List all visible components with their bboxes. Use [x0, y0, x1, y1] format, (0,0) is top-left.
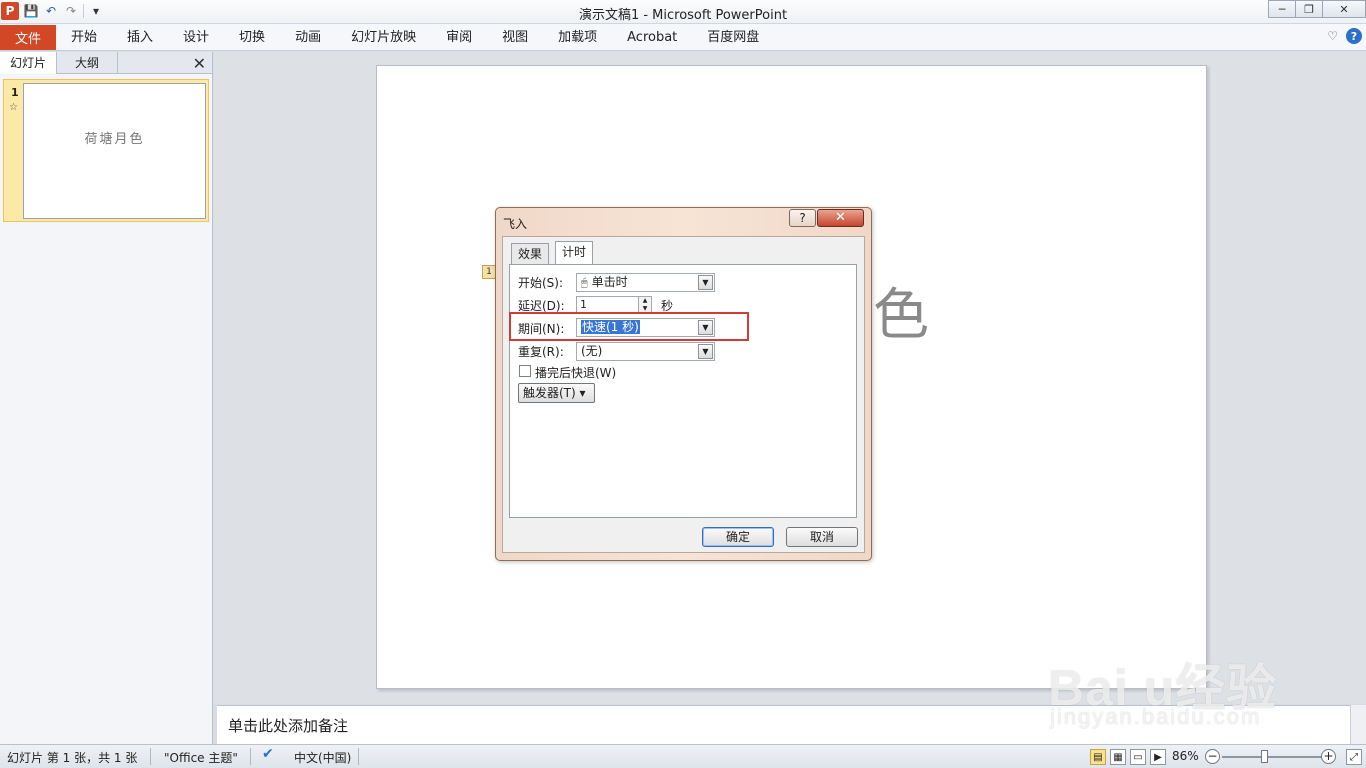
ribbon-tab-bar: 文件 开始 插入 设计 切换 动画 幻灯片放映 审阅 视图 加载项 Acroba… — [0, 24, 1366, 51]
zoom-slider-thumb[interactable] — [1261, 750, 1268, 763]
status-separator — [250, 748, 251, 765]
slide-thumbnail[interactable]: 荷塘月色 — [23, 83, 206, 219]
dialog-help-button[interactable]: ? — [789, 209, 816, 227]
timing-panel: 开始(S): 🖱 单击时 ▼ 延迟(D): 1 ▲ ▼ 秒 期间(N): 快速(1 … — [509, 264, 857, 518]
minimize-ribbon-icon[interactable]: ♡ — [1327, 29, 1338, 43]
dialog-title: 飞入 — [503, 217, 528, 231]
tab-slideshow[interactable]: 幻灯片放映 — [336, 25, 431, 50]
repeat-value: (无) — [581, 344, 603, 358]
ok-button[interactable]: 确定 — [702, 527, 774, 547]
notes-placeholder: 单击此处添加备注 — [228, 717, 349, 735]
tab-design[interactable]: 设计 — [168, 25, 224, 50]
animation-order-tag[interactable]: 1 — [482, 265, 496, 279]
tab-acrobat[interactable]: Acrobat — [612, 25, 692, 50]
spell-check-icon[interactable]: ✔ — [262, 746, 274, 762]
start-select[interactable]: 🖱 单击时 ▼ — [576, 273, 715, 292]
slideshow-view-icon[interactable]: ▶ — [1150, 749, 1166, 765]
baidu-watermark: Bai u经验 jingyan.baidu.com — [1044, 620, 1344, 740]
tab-effect[interactable]: 效果 — [511, 243, 550, 264]
chevron-down-icon[interactable]: ▼ — [698, 275, 713, 290]
normal-view-icon[interactable]: ▤ — [1090, 749, 1106, 765]
minimize-button[interactable]: ─ — [1268, 0, 1296, 18]
close-window-button[interactable]: ✕ — [1322, 0, 1366, 18]
rewind-checkbox[interactable] — [519, 365, 531, 377]
delay-value: 1 — [580, 298, 587, 311]
title-bar: P 💾 ↶ ↷ ▾ 演示文稿1 - Microsoft PowerPoint ─… — [0, 0, 1366, 24]
close-panel-icon[interactable]: ✕ — [193, 54, 206, 73]
spin-arrows-icon[interactable]: ▲ ▼ — [638, 297, 651, 313]
dialog-body: 效果 计时 开始(S): 🖱 单击时 ▼ 延迟(D): 1 ▲ ▼ 秒 期间(N):… — [502, 236, 865, 553]
tab-baidu-netdisk[interactable]: 百度网盘 — [692, 25, 774, 50]
slides-panel: 幻灯片 大纲 ✕ 1 ☆ 荷塘月色 — [0, 52, 213, 744]
tab-addins[interactable]: 加载项 — [543, 25, 612, 50]
tab-insert[interactable]: 插入 — [112, 25, 168, 50]
rewind-label: 播完后快退(W) — [535, 366, 617, 380]
tab-transitions[interactable]: 切换 — [224, 25, 280, 50]
tab-slides[interactable]: 幻灯片 — [0, 52, 58, 74]
duration-highlight-box — [509, 312, 749, 341]
slide-title-text[interactable]: 色 — [873, 270, 929, 351]
watermark-url: jingyan.baidu.com — [1050, 704, 1262, 729]
zoom-in-icon[interactable]: + — [1321, 749, 1336, 764]
thumbnail-title: 荷塘月色 — [84, 132, 145, 147]
language-status[interactable]: 中文(中国) — [294, 749, 351, 766]
status-separator — [150, 748, 151, 765]
animation-star-icon: ☆ — [9, 102, 18, 113]
cancel-button[interactable]: 取消 — [786, 527, 858, 547]
slide-number: 1 — [11, 86, 19, 99]
start-value: 单击时 — [591, 275, 628, 289]
start-label: 开始(S): — [518, 276, 564, 290]
fly-in-dialog: 飞入 ? ✕ 效果 计时 开始(S): 🖱 单击时 ▼ 延迟(D): 1 ▲ ▼ 秒… — [495, 207, 872, 561]
tab-home[interactable]: 开始 — [56, 25, 112, 50]
theme-status[interactable]: "Office 主题" — [164, 749, 238, 766]
status-separator — [358, 748, 359, 765]
window-title: 演示文稿1 - Microsoft PowerPoint — [578, 8, 788, 23]
tab-animations[interactable]: 动画 — [280, 25, 336, 50]
slide-sorter-view-icon[interactable]: ▦ — [1110, 749, 1126, 765]
zoom-level[interactable]: 86% — [1172, 749, 1199, 763]
panel-tabs: 幻灯片 大纲 ✕ — [0, 52, 212, 74]
ribbon-tabs: 开始 插入 设计 切换 动画 幻灯片放映 审阅 视图 加载项 Acrobat 百… — [56, 25, 774, 50]
reading-view-icon[interactable]: ▭ — [1130, 749, 1146, 765]
slide-count-status: 幻灯片 第 1 张，共 1 张 — [7, 751, 138, 765]
mouse-icon: 🖱 — [581, 276, 588, 289]
repeat-select[interactable]: (无) ▼ — [576, 342, 715, 361]
notes-scrollbar[interactable] — [1350, 705, 1366, 744]
trigger-button[interactable]: 触发器(T) ▾ — [518, 383, 595, 403]
restore-button[interactable]: ❐ — [1295, 0, 1323, 18]
tab-outline[interactable]: 大纲 — [57, 52, 119, 74]
repeat-label: 重复(R): — [518, 345, 564, 359]
fit-to-window-icon[interactable]: ⤢ — [1346, 749, 1362, 765]
window-controls: ─ ❐ ✕ — [1268, 0, 1366, 18]
tab-view[interactable]: 视图 — [487, 25, 543, 50]
chevron-down-icon[interactable]: ▼ — [698, 344, 713, 359]
file-tab[interactable]: 文件 — [0, 25, 56, 50]
zoom-out-icon[interactable]: − — [1205, 749, 1220, 764]
tab-review[interactable]: 审阅 — [431, 25, 487, 50]
dialog-close-button[interactable]: ✕ — [817, 209, 864, 227]
ribbon-right-controls: ♡ ? — [1327, 28, 1362, 44]
slide-thumbnail-selected[interactable]: 1 ☆ 荷塘月色 — [3, 79, 209, 222]
status-bar: 幻灯片 第 1 张，共 1 张 "Office 主题" ✔ 中文(中国) ▤ ▦… — [0, 744, 1366, 768]
tab-timing[interactable]: 计时 — [555, 241, 594, 265]
zoom-slider-track[interactable] — [1222, 756, 1322, 758]
help-icon[interactable]: ? — [1346, 28, 1362, 44]
